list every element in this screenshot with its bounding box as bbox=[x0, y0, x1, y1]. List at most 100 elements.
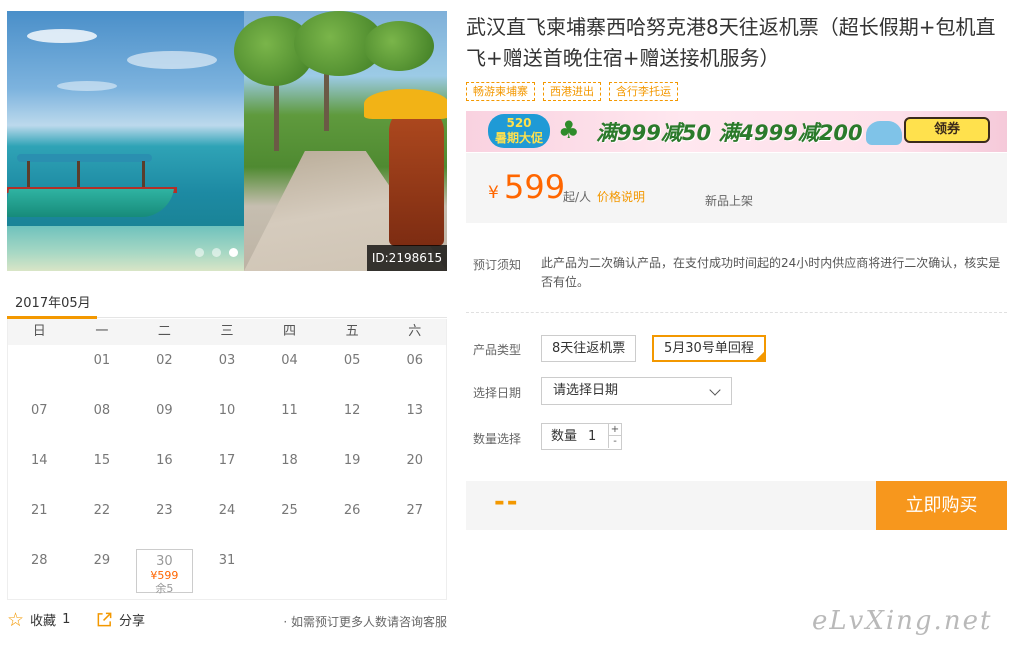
calendar-month-tab[interactable]: 2017年05月 bbox=[15, 292, 91, 311]
product-type-option-oneway[interactable]: 5月30号单回程 bbox=[652, 335, 766, 362]
promo-banner[interactable]: 520 暑期大促 ♣ 满999减50 满4999减200 领券 bbox=[466, 111, 1007, 152]
calendar-day-price: ¥599 bbox=[150, 569, 179, 582]
calendar-day: 15 bbox=[71, 445, 134, 495]
date-select-placeholder: 请选择日期 bbox=[553, 383, 619, 398]
calendar-day-number: 16 bbox=[156, 453, 173, 468]
share-icon bbox=[97, 612, 112, 627]
booking-notice-label: 预订须知 bbox=[473, 258, 522, 272]
favorite-count: 1 bbox=[62, 612, 71, 627]
promo-badge-text: 暑期大促 bbox=[494, 131, 543, 145]
calendar-day: 16 bbox=[133, 445, 196, 495]
calendar-day-number: 17 bbox=[218, 453, 236, 468]
weekday-label: 一 bbox=[95, 324, 109, 339]
calendar-day: 12 bbox=[321, 395, 384, 445]
quantity-inner-label: 数量 bbox=[551, 429, 578, 444]
calendar-day-stock: 余5 bbox=[155, 582, 174, 595]
calendar-day: 22 bbox=[71, 495, 134, 545]
calendar-day-number: 26 bbox=[343, 503, 361, 518]
calendar-day: 27 bbox=[383, 495, 446, 545]
calendar-day-number: 06 bbox=[406, 353, 423, 368]
product-type-label: 产品类型 bbox=[473, 343, 522, 357]
calendar-day-number: 12 bbox=[343, 403, 361, 418]
product-tag: 含行李托运 bbox=[609, 82, 678, 101]
calendar-day-number: 02 bbox=[156, 353, 173, 368]
date-select[interactable]: 请选择日期 bbox=[541, 377, 732, 405]
price-info-link[interactable]: 价格说明 bbox=[597, 188, 645, 205]
calendar-day: 26 bbox=[321, 495, 384, 545]
calendar-day-number: 22 bbox=[93, 503, 111, 518]
promo-badge-number: 520 bbox=[506, 116, 532, 130]
calendar-empty-cell bbox=[8, 345, 71, 395]
calendar-weekday-header: 日一二三四五六 bbox=[8, 319, 446, 345]
carousel-dot[interactable] bbox=[195, 248, 204, 257]
product-title: 武汉直飞柬埔寨西哈努克港8天往返机票（超长假期+包机直飞+赠送首晚住宿+赠送接机… bbox=[466, 15, 996, 70]
calendar-day: 02 bbox=[133, 345, 196, 395]
calendar-day: 31 bbox=[196, 545, 259, 595]
calendar-day: 20 bbox=[383, 445, 446, 495]
calendar-day-number: 20 bbox=[406, 453, 423, 468]
calendar-day: 09 bbox=[133, 395, 196, 445]
calendar-day-number: 05 bbox=[343, 353, 361, 368]
price-currency: ¥ bbox=[488, 183, 499, 203]
carousel-dot-active[interactable] bbox=[229, 248, 238, 257]
calendar-day-number: 18 bbox=[281, 453, 298, 468]
favorite-button[interactable]: ☆ 收藏 1 bbox=[7, 610, 70, 629]
product-tag: 西港进出 bbox=[543, 82, 601, 101]
calendar-day: 10 bbox=[196, 395, 259, 445]
calendar-day-number: 31 bbox=[218, 553, 236, 568]
calendar-day: 08 bbox=[71, 395, 134, 445]
quantity-minus-button[interactable]: - bbox=[608, 436, 621, 448]
calendar-day: 23 bbox=[133, 495, 196, 545]
quantity-plus-button[interactable]: + bbox=[608, 424, 621, 436]
buy-now-button[interactable]: 立即购买 bbox=[876, 481, 1007, 530]
product-tags: 畅游柬埔寨 西港进出 含行李托运 bbox=[466, 82, 678, 101]
calendar-day-number: 14 bbox=[31, 453, 48, 468]
calendar-day-number: 21 bbox=[31, 503, 48, 518]
purchase-bar: -- 立即购买 bbox=[466, 481, 1007, 530]
product-type-option-roundtrip[interactable]: 8天往返机票 bbox=[541, 335, 637, 362]
carousel-dot[interactable] bbox=[212, 248, 221, 257]
monk-walkway-photo bbox=[234, 11, 447, 271]
weekday-label: 五 bbox=[345, 324, 359, 339]
booking-notice-text: 此产品为二次确认产品，在支付成功时间起的24小时内供应商将进行二次确认，核实是否… bbox=[541, 256, 1001, 289]
calendar-days: 01 02 03 04 05 06 07 08 09 10 11 12 13 14 15 16 17 18 19 20… bbox=[8, 345, 446, 595]
weekday-label: 六 bbox=[408, 324, 422, 339]
chevron-down-icon bbox=[709, 384, 721, 396]
calendar-day: 25 bbox=[258, 495, 321, 545]
palm-tree-icon: ♣ bbox=[558, 116, 580, 144]
calendar-day[interactable]: 30 ¥599 余5 bbox=[136, 549, 193, 595]
calendar-day-number: 19 bbox=[343, 453, 361, 468]
calendar-day-number: 08 bbox=[93, 403, 111, 418]
calendar-day-number: 03 bbox=[218, 353, 236, 368]
calendar-day: 24 bbox=[196, 495, 259, 545]
calendar-day-number: 24 bbox=[218, 503, 236, 518]
price-box: ¥ 599 起/人 价格说明 新品上架 bbox=[466, 153, 1007, 223]
calendar-day-number: 04 bbox=[281, 353, 298, 368]
weekday-label: 日 bbox=[32, 324, 46, 339]
calendar-day: 05 bbox=[321, 345, 384, 395]
product-type-option-label: 5月30号单回程 bbox=[664, 341, 754, 356]
section-divider bbox=[466, 312, 1007, 313]
quantity-value[interactable]: 1 bbox=[588, 424, 596, 449]
calendar-day: 29 bbox=[71, 545, 134, 595]
promo-text: 满999减50 满4999减200 bbox=[596, 121, 863, 145]
product-image-carousel[interactable]: ID:2198615 bbox=[7, 11, 447, 271]
calendar-day-number: 13 bbox=[406, 403, 423, 418]
calendar-day-number: 07 bbox=[31, 403, 48, 418]
product-tag: 畅游柬埔寨 bbox=[466, 82, 535, 101]
calendar-day: 18 bbox=[258, 445, 321, 495]
calendar-day: 03 bbox=[196, 345, 259, 395]
share-button[interactable]: 分享 bbox=[96, 610, 145, 629]
get-coupon-button[interactable]: 领券 bbox=[904, 117, 990, 143]
weekday-label: 二 bbox=[157, 324, 171, 339]
quantity-label: 数量选择 bbox=[473, 432, 522, 446]
calendar-day-number: 15 bbox=[93, 453, 111, 468]
selected-check-icon bbox=[754, 351, 765, 361]
site-watermark: eLvXing.net bbox=[812, 606, 993, 636]
calendar-day: 21 bbox=[8, 495, 71, 545]
calendar-day-number: 09 bbox=[156, 403, 173, 418]
favorite-label: 收藏 bbox=[30, 614, 57, 629]
product-id-badge: ID:2198615 bbox=[367, 245, 447, 271]
calendar-day-number: 11 bbox=[281, 403, 298, 418]
calendar-day: 11 bbox=[258, 395, 321, 445]
